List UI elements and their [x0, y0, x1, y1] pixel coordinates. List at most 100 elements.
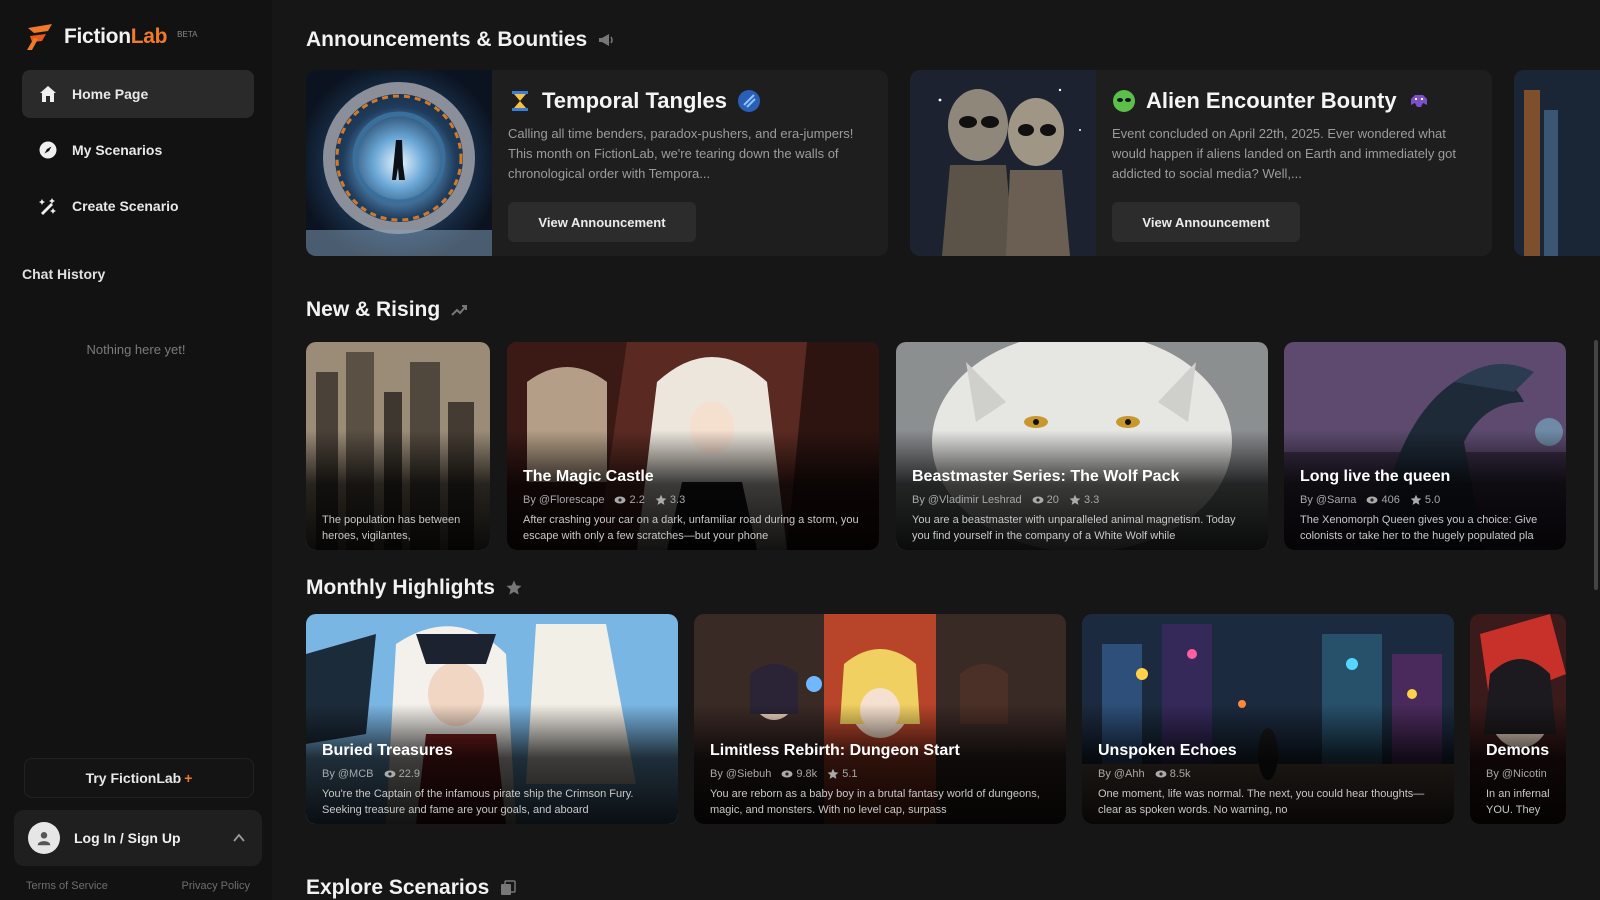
eye-icon [1366, 496, 1378, 504]
scenario-title: The Magic Castle [523, 468, 654, 485]
scenario-title: Demons [1486, 742, 1550, 759]
scenario-description: You're the Captain of the infamous pirat… [322, 788, 634, 816]
star-icon [506, 580, 522, 595]
page-scrollbar[interactable] [1594, 340, 1598, 590]
brand-name-part1: Fiction [64, 25, 131, 48]
scenario-card[interactable]: Limitless Rebirth: Dungeon Start By @Sie… [694, 614, 1066, 824]
home-icon [40, 86, 56, 102]
announcement-card[interactable]: Temporal Tangles Calling all time bender… [306, 70, 888, 256]
chat-history-empty: Nothing here yet! [86, 342, 186, 357]
views-count: 2.2 [614, 493, 645, 506]
views-value: 22.9 [398, 767, 420, 780]
scenario-description: You are reborn as a baby boy in a brutal… [710, 788, 1040, 816]
scenario-author: By @Vladimir Leshrad [912, 493, 1022, 506]
star-icon [1069, 494, 1081, 505]
chat-history-heading: Chat History [22, 266, 106, 282]
eye-icon [1032, 496, 1044, 504]
sidebar-item-my-scenarios[interactable]: My Scenarios [22, 126, 254, 174]
sidebar-item-home[interactable]: Home Page [22, 70, 254, 118]
space-invader-icon [1410, 95, 1427, 107]
section-title-new-rising: New & Rising [306, 298, 468, 322]
scenario-card[interactable]: Unspoken Echoes By @Ahh 8.5k One moment,… [1082, 614, 1454, 824]
scenario-title: Unspoken Echoes [1098, 742, 1237, 759]
scenario-meta: By @Ahh 8.5k [1098, 768, 1191, 780]
view-announcement-button[interactable]: View Announcement [1112, 202, 1300, 242]
scenario-description: The population has between heroes, vigil… [322, 514, 461, 542]
views-value: 9.8k [796, 767, 818, 780]
scenario-card[interactable]: Buried Treasures By @MCB 22.9 You're the… [306, 614, 678, 824]
brand-logo[interactable]: FictionLab BETA [24, 22, 197, 52]
announcement-title-text: Alien Encounter Bounty [1146, 88, 1397, 113]
scenario-author: By @Ahh [1098, 767, 1145, 780]
scenario-meta: By @Sarna 406 5.0 [1300, 494, 1440, 506]
section-title-text: New & Rising [306, 298, 441, 321]
scenario-description: In an infernal YOU. They are [1486, 788, 1550, 816]
chevron-up-icon[interactable] [232, 831, 246, 845]
scenario-author: By @Florescape [523, 493, 605, 506]
announcement-description: Calling all time benders, paradox-pusher… [508, 126, 854, 181]
terms-link[interactable]: Terms of Service [26, 880, 108, 892]
cards-icon [501, 880, 516, 895]
section-title-explore: Explore Scenarios [306, 876, 517, 900]
rating: 3.3 [1069, 494, 1099, 506]
scenario-card[interactable]: The Magic Castle By @Florescape 2.2 3.3 … [507, 342, 879, 550]
scenario-title: Buried Treasures [322, 742, 453, 759]
view-announcement-button[interactable]: View Announcement [508, 202, 696, 242]
hourglass-icon [512, 91, 528, 111]
app-root: FictionLab BETA Home Page My Scenarios C… [0, 0, 1600, 900]
time-portal-badge-icon [738, 90, 761, 112]
scenario-author: By @Siebuh [710, 767, 772, 780]
section-title-monthly: Monthly Highlights [306, 576, 523, 600]
section-title-announcements: Announcements & Bounties [306, 28, 615, 52]
views-value: 8.5k [1169, 767, 1191, 780]
avatar [28, 822, 60, 854]
footer-links: Terms of Service Privacy Policy [26, 880, 250, 892]
scenario-card[interactable]: The population has between heroes, vigil… [306, 342, 490, 550]
user-icon [37, 832, 51, 846]
scenario-description: You are a beastmaster with unparalleled … [912, 514, 1236, 542]
sidebar-item-label: Home Page [72, 86, 149, 102]
views-value: 20 [1046, 493, 1059, 506]
main-content: Announcements & Bounties Temporal Tangle… [272, 0, 1600, 900]
scenario-author: By @Sarna [1300, 493, 1357, 506]
views-count: 406 [1366, 493, 1400, 506]
login-signup-button[interactable]: Log In / Sign Up [14, 810, 262, 866]
rating-value: 3.3 [669, 493, 686, 506]
announcement-title-text: Temporal Tangles [542, 88, 728, 113]
views-count: 22.9 [384, 768, 420, 780]
scenario-title: Limitless Rebirth: Dungeon Start [710, 742, 960, 759]
section-title-text: Announcements & Bounties [306, 28, 588, 51]
privacy-link[interactable]: Privacy Policy [182, 880, 250, 892]
login-label: Log In / Sign Up [74, 830, 181, 846]
views-value: 2.2 [629, 493, 645, 506]
eye-icon [1155, 770, 1167, 778]
brand-name: FictionLab [64, 25, 167, 49]
views-count: 8.5k [1155, 768, 1191, 780]
rating: 5.0 [1410, 494, 1440, 506]
star-icon [655, 494, 667, 505]
announcement-image [910, 70, 1096, 256]
sidebar-item-label: Create Scenario [72, 198, 179, 214]
sidebar-item-label: My Scenarios [72, 142, 163, 158]
scenario-card[interactable]: Beastmaster Series: The Wolf Pack By @Vl… [896, 342, 1268, 550]
beta-badge: BETA [177, 29, 198, 39]
scenario-meta: By @Nicotin [1486, 768, 1547, 780]
rating-value: 5.1 [842, 767, 858, 780]
scenario-card-partial[interactable]: Demons By @Nicotin In an infernal YOU. T… [1470, 614, 1566, 824]
scenario-card[interactable]: Long live the queen By @Sarna 406 5.0 Th… [1284, 342, 1566, 550]
announcement-body: Temporal Tangles Calling all time bender… [492, 70, 888, 256]
alien-face-icon [1113, 90, 1135, 112]
announcement-card-partial[interactable] [1514, 70, 1600, 256]
compass-icon [39, 141, 57, 159]
views-count: 9.8k [781, 768, 817, 780]
views-value: 406 [1381, 493, 1400, 506]
announcement-body: Alien Encounter Bounty Event concluded o… [1096, 70, 1492, 256]
eye-icon [384, 770, 396, 778]
scenario-title: Beastmaster Series: The Wolf Pack [912, 468, 1180, 485]
views-count: 20 [1032, 494, 1059, 506]
try-fictionlab-plus-button[interactable]: Try FictionLab + [24, 758, 254, 798]
scenario-description: The Xenomorph Queen gives you a choice: … [1300, 514, 1538, 542]
sidebar-item-create-scenario[interactable]: Create Scenario [22, 182, 254, 230]
scenario-meta: By @Vladimir Leshrad 20 3.3 [912, 494, 1099, 506]
announcement-card[interactable]: Alien Encounter Bounty Event concluded o… [910, 70, 1492, 256]
